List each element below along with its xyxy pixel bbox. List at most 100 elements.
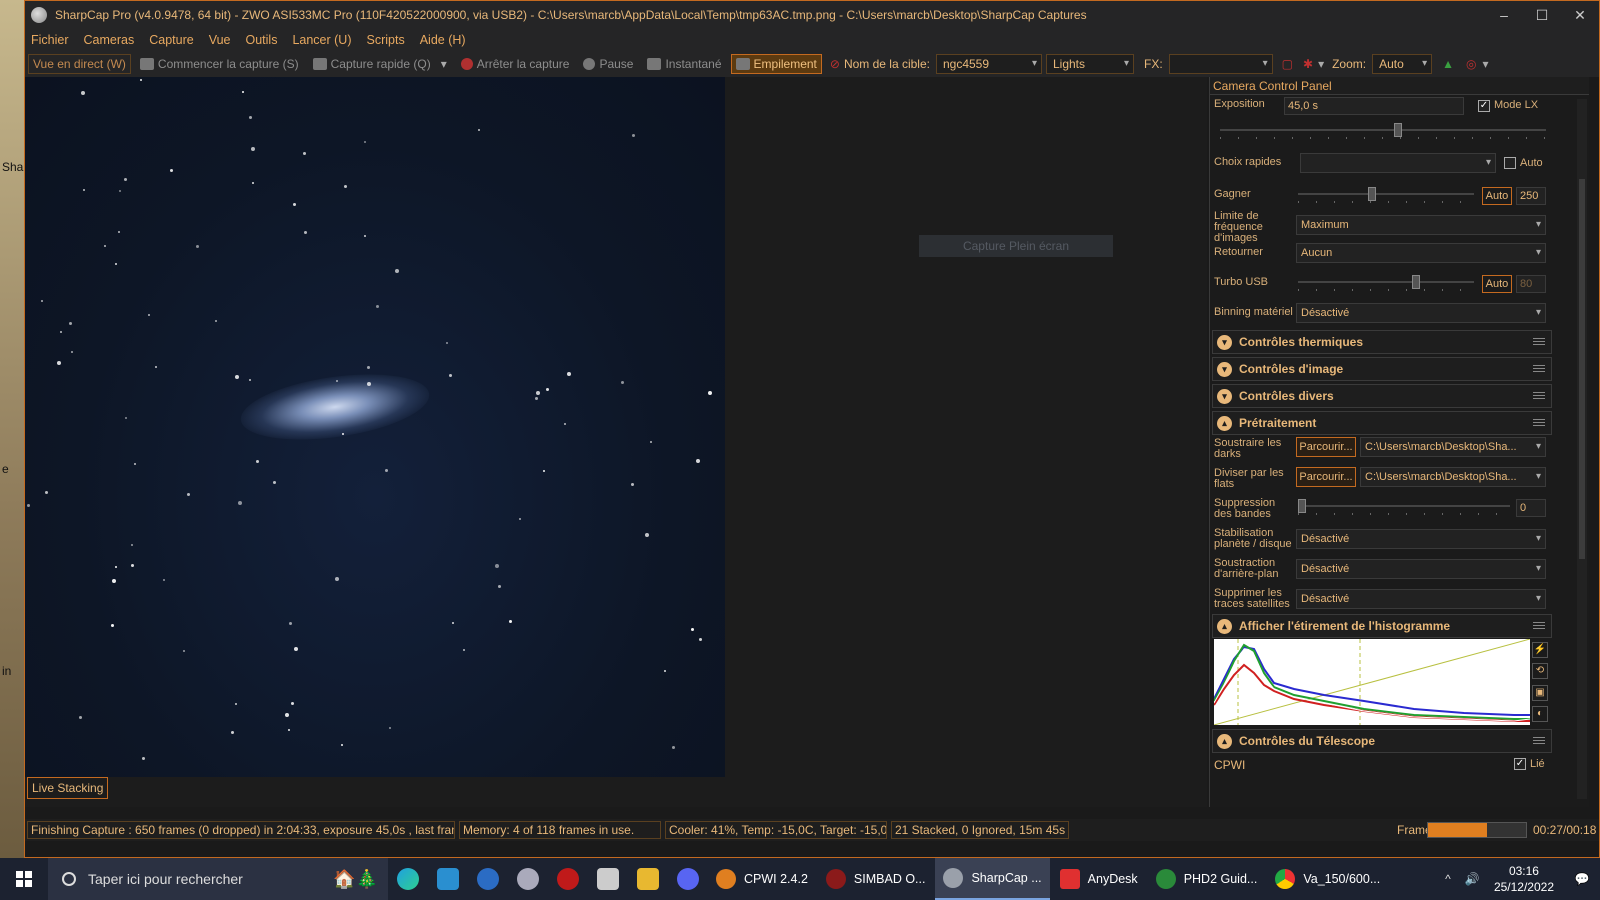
chevron-up-icon[interactable]: ▴ <box>1217 734 1232 749</box>
taskbar-app-phd2[interactable]: PHD2 Guid... <box>1148 858 1266 900</box>
exposure-slider[interactable] <box>1220 123 1546 139</box>
reset-icon[interactable]: ⟲ <box>1532 663 1548 680</box>
menu-lancer[interactable]: Lancer (U) <box>292 33 351 47</box>
menu-icon[interactable] <box>1533 392 1545 400</box>
chevron-down-icon[interactable]: ▾ <box>1217 362 1232 377</box>
satellite-select[interactable]: Désactivé <box>1296 589 1546 609</box>
gain-slider[interactable] <box>1298 187 1474 203</box>
section-thermal-controls[interactable]: ▾ Contrôles thermiques <box>1212 330 1552 354</box>
quick-choice-select[interactable] <box>1300 153 1496 173</box>
turbo-auto-button[interactable]: Auto <box>1482 275 1512 293</box>
edge-icon[interactable] <box>388 858 428 900</box>
taskbar-app-sharpcap[interactable]: SharpCap ... <box>935 858 1050 900</box>
taskbar-app-simbad[interactable]: SIMBAD O... <box>818 858 934 900</box>
live-view-button[interactable]: Vue en direct (W) <box>28 54 131 74</box>
planet-select[interactable]: Désactivé <box>1296 529 1546 549</box>
menu-cameras[interactable]: Cameras <box>84 33 135 47</box>
turbo-slider[interactable] <box>1298 275 1474 291</box>
flats-browse-button[interactable]: Parcourir... <box>1296 467 1356 487</box>
start-capture-button[interactable]: Commencer la capture (S) <box>135 54 304 74</box>
maximize-button[interactable]: ☐ <box>1523 1 1561 29</box>
minimize-button[interactable]: – <box>1485 1 1523 29</box>
chevron-up-icon[interactable]: ▴ <box>1217 619 1232 634</box>
exposure-input[interactable]: 45,0 s <box>1284 97 1464 115</box>
fx-select[interactable] <box>1168 54 1273 74</box>
zoom-select[interactable]: Auto <box>1372 54 1433 74</box>
binning-select[interactable]: Désactivé <box>1296 303 1546 323</box>
panel-scrollbar[interactable] <box>1577 99 1587 799</box>
background-select[interactable]: Désactivé <box>1296 559 1546 579</box>
taskbar-app-anydesk[interactable]: AnyDesk <box>1052 858 1146 900</box>
focus-icon[interactable]: ✱ <box>1303 57 1313 71</box>
stacking-button[interactable]: Empilement <box>730 54 822 74</box>
gain-auto-button[interactable]: Auto <box>1482 187 1512 205</box>
app-icon[interactable] <box>548 858 588 900</box>
taskbar-app-cpwi[interactable]: CPWI 2.4.2 <box>708 858 816 900</box>
histogram-chart[interactable] <box>1214 639 1530 725</box>
reticle-icon[interactable]: ▢ <box>1282 57 1293 71</box>
live-stacking-tab[interactable]: Live Stacking <box>27 777 109 799</box>
menu-aide[interactable]: Aide (H) <box>420 33 466 47</box>
title-bar[interactable]: SharpCap Pro (v4.0.9478, 64 bit) - ZWO A… <box>25 1 1599 29</box>
menu-outils[interactable]: Outils <box>246 33 278 47</box>
snapshot-button[interactable]: Instantané <box>642 54 726 74</box>
gain-input[interactable]: 250 <box>1516 187 1546 205</box>
contrast-icon[interactable]: ◐ <box>1532 706 1548 723</box>
section-histogram[interactable]: ▴ Afficher l'étirement de l'histogramme <box>1212 614 1552 638</box>
target-icon[interactable]: ◎ <box>1466 57 1476 71</box>
section-preprocessing[interactable]: ▴ Prétraitement <box>1212 411 1552 435</box>
turbo-input[interactable]: 80 <box>1516 275 1546 293</box>
menu-vue[interactable]: Vue <box>209 33 231 47</box>
chevron-up-icon[interactable]: ^ <box>1436 872 1460 886</box>
menu-icon[interactable] <box>1533 419 1545 427</box>
section-telescope-controls[interactable]: ▴ Contrôles du Télescope <box>1212 729 1552 753</box>
app-icon[interactable] <box>428 858 468 900</box>
chevron-up-icon[interactable]: ▴ <box>1217 416 1232 431</box>
menu-fichier[interactable]: Fichier <box>31 33 69 47</box>
flip-select[interactable]: Aucun <box>1296 243 1546 263</box>
fullscreen-capture-tip[interactable]: Capture Plein écran <box>919 235 1113 257</box>
banding-input[interactable]: 0 <box>1516 499 1546 517</box>
banding-slider[interactable] <box>1298 499 1510 515</box>
pause-button[interactable]: Pause <box>578 54 638 74</box>
histogram-icon[interactable]: ▲ <box>1442 57 1454 71</box>
star-icon[interactable] <box>588 858 628 900</box>
auto-checkbox[interactable] <box>1504 157 1516 169</box>
menu-icon[interactable] <box>1533 622 1545 630</box>
taskbar-app-chrome[interactable]: Va_150/600... <box>1267 858 1388 900</box>
discord-icon[interactable] <box>668 858 708 900</box>
scrollbar-thumb[interactable] <box>1579 179 1585 559</box>
darks-path-select[interactable]: C:\Users\marcb\Desktop\Sha... <box>1360 437 1546 457</box>
section-image-controls[interactable]: ▾ Contrôles d'image <box>1212 357 1552 381</box>
lightning-icon[interactable]: ⚡ <box>1532 641 1548 658</box>
menu-capture[interactable]: Capture <box>149 33 193 47</box>
astro-image[interactable] <box>25 77 725 777</box>
app-icon[interactable] <box>508 858 548 900</box>
no-target-icon[interactable]: ⊘ <box>830 57 840 71</box>
chevron-down-icon[interactable]: ▾ <box>1217 335 1232 350</box>
ccleaner-icon[interactable] <box>468 858 508 900</box>
linked-checkbox[interactable]: ✓ <box>1514 758 1526 770</box>
menu-icon[interactable] <box>1533 737 1545 745</box>
lx-mode-checkbox[interactable]: ✓ <box>1478 100 1490 112</box>
frame-type-select[interactable]: Lights <box>1045 54 1134 74</box>
chevron-down-icon[interactable]: ▾ <box>441 55 447 73</box>
menu-icon[interactable] <box>1533 338 1545 346</box>
clock[interactable]: 03:16 25/12/2022 <box>1494 863 1554 895</box>
target-name-select[interactable]: ngc4559 <box>935 54 1042 74</box>
menu-icon[interactable] <box>1533 365 1545 373</box>
stop-capture-button[interactable]: Arrêter la capture <box>456 54 575 74</box>
chevron-down-icon[interactable]: ▾ <box>1318 57 1324 71</box>
quick-capture-button[interactable]: Capture rapide (Q) ▾ <box>308 54 452 74</box>
file-explorer-icon[interactable] <box>628 858 668 900</box>
image-viewer[interactable]: Capture Plein écran Live Stacking <box>25 77 1207 807</box>
chevron-down-icon[interactable]: ▾ <box>1217 389 1232 404</box>
menu-scripts[interactable]: Scripts <box>367 33 405 47</box>
darks-browse-button[interactable]: Parcourir... <box>1296 437 1356 457</box>
frame-rate-select[interactable]: Maximum <box>1296 215 1546 235</box>
notification-icon[interactable]: 💬 <box>1564 872 1600 886</box>
search-box[interactable]: Taper ici pour rechercher 🏠🎄 <box>48 858 388 900</box>
flats-path-select[interactable]: C:\Users\marcb\Desktop\Sha... <box>1360 467 1546 487</box>
save-icon[interactable]: ▣ <box>1532 684 1548 701</box>
start-button[interactable] <box>0 858 48 900</box>
